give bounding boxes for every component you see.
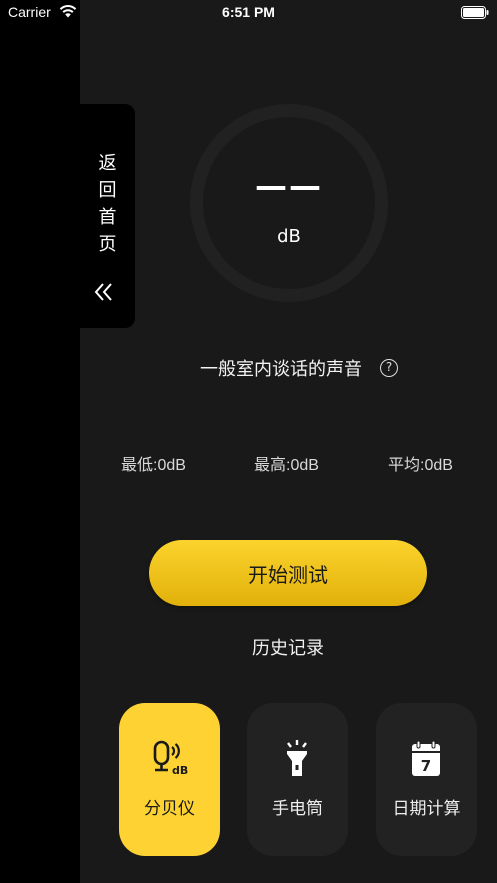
- sound-description-text: 一般室内谈话的声音: [200, 359, 362, 380]
- back-home-char: 页: [98, 234, 117, 255]
- back-home-label: 返 回 首 页: [80, 150, 135, 258]
- tool-date-calc[interactable]: 7 日期计算: [376, 703, 477, 856]
- clock: 6:51 PM: [222, 4, 275, 20]
- tool-decibel-meter[interactable]: dB 分贝仪: [119, 703, 220, 856]
- back-home-char: 首: [98, 207, 117, 228]
- history-link[interactable]: 历史记录: [200, 634, 376, 660]
- tool-label: 日期计算: [392, 799, 461, 819]
- back-home-char: 返: [98, 153, 117, 174]
- decibel-unit: dB: [277, 226, 301, 247]
- sound-description: 一般室内谈话的声音 ?: [200, 356, 398, 380]
- tool-flashlight[interactable]: 手电筒: [247, 703, 348, 856]
- stat-max: 最高:0dB: [254, 457, 319, 474]
- stat-avg: 平均:0dB: [388, 457, 453, 474]
- decibel-value: ——: [255, 167, 323, 205]
- flashlight-icon: [287, 740, 307, 776]
- svg-text:7: 7: [421, 757, 431, 775]
- svg-text:dB: dB: [172, 764, 188, 777]
- tool-label: 手电筒: [272, 799, 323, 819]
- start-test-button[interactable]: 开始测试: [149, 540, 427, 606]
- tool-label: 分贝仪: [144, 799, 195, 819]
- battery-icon: [461, 6, 489, 19]
- left-strip: [0, 0, 80, 883]
- status-bar: Carrier 6:51 PM: [0, 0, 497, 26]
- help-icon[interactable]: ?: [380, 359, 398, 377]
- decibel-meter-icon: dB: [153, 740, 188, 777]
- chevron-double-left-icon: [94, 283, 112, 301]
- back-home-tab[interactable]: 返 回 首 页: [80, 104, 135, 328]
- stat-min: 最低:0dB: [121, 457, 186, 474]
- back-home-char: 回: [98, 180, 117, 201]
- calendar-icon: 7: [412, 740, 440, 776]
